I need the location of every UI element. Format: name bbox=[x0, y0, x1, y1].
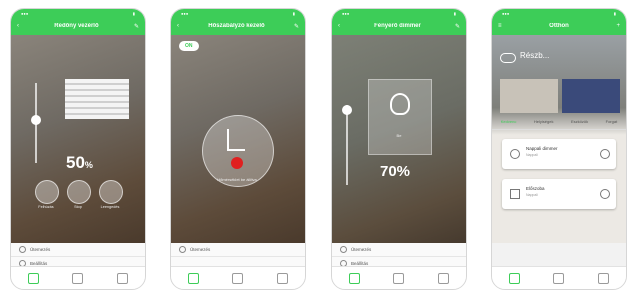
power-icon[interactable] bbox=[600, 189, 610, 199]
position-slider-thumb[interactable] bbox=[31, 115, 41, 125]
bulb-icon bbox=[390, 93, 410, 115]
shutter-illustration bbox=[65, 79, 129, 119]
room-photo bbox=[562, 79, 620, 113]
page-title: Redőny vezérlő bbox=[54, 23, 99, 29]
device-card[interactable]: Nappali dimmer Nappali bbox=[502, 139, 616, 169]
card-subtitle: Nappali bbox=[526, 153, 538, 157]
bottom-nav bbox=[11, 266, 145, 289]
room-background: 50% Felhúzás Stop Leengedés bbox=[11, 35, 145, 243]
stop-label: Stop bbox=[74, 205, 82, 209]
phone-thermostat: ●●● ▮ ‹ Hőszabályzó kezelő ✎ ON Hőmérsékl… bbox=[170, 8, 306, 290]
phone-shutter: ●●● ▮ ‹ Redőny vezérlő ✎ 50% Felhúzás Sto… bbox=[10, 8, 146, 290]
brightness-slider-track[interactable] bbox=[346, 105, 348, 185]
header-bar: ‹ Hőszabályzó kezelő ✎ bbox=[171, 17, 305, 35]
close-button[interactable] bbox=[99, 180, 123, 204]
stop-button[interactable] bbox=[67, 180, 91, 204]
tab-devices[interactable]: Eszközök bbox=[571, 119, 588, 129]
status-bar: ●●● ▮ bbox=[11, 9, 145, 17]
tab-scenes[interactable]: Forgat bbox=[606, 119, 618, 129]
bottom-nav bbox=[492, 266, 626, 289]
dial-label: Hőmérséklet be állítva bbox=[217, 177, 257, 182]
device-card[interactable]: Előszoba Nappali bbox=[502, 179, 616, 209]
status-bar: ●●● ▮ bbox=[492, 9, 626, 17]
rooms-icon[interactable] bbox=[232, 272, 244, 284]
tabs: Kedvenc Helyiségek Eszközök Forgat bbox=[492, 119, 626, 130]
page-title: Fényerő dimmer bbox=[374, 23, 421, 29]
tile-label: Be bbox=[396, 133, 402, 138]
add-icon[interactable]: + bbox=[616, 23, 620, 29]
header-bar: ‹ Fényerő dimmer ✎ bbox=[332, 17, 466, 35]
status-bar: ●●● ▮ bbox=[332, 9, 466, 17]
tab-rooms[interactable]: Helyiségek bbox=[534, 119, 554, 129]
thermometer-icon bbox=[227, 129, 245, 151]
close-label: Leengedés bbox=[100, 205, 120, 209]
home-icon[interactable] bbox=[27, 272, 39, 284]
position-value: 50% bbox=[66, 153, 93, 172]
card-title: Nappali dimmer bbox=[526, 146, 558, 151]
card-subtitle: Nappali bbox=[526, 193, 538, 197]
notifications-icon[interactable] bbox=[117, 272, 129, 284]
rooms-icon[interactable] bbox=[553, 272, 565, 284]
bottom-nav bbox=[332, 266, 466, 289]
home-icon[interactable] bbox=[508, 272, 520, 284]
mic-button[interactable] bbox=[231, 157, 243, 169]
open-label: Felhúzás bbox=[38, 205, 54, 209]
rooms-icon[interactable] bbox=[72, 272, 84, 284]
clock-icon bbox=[340, 246, 347, 253]
room-background: Be 70% bbox=[332, 35, 466, 243]
status-chip: ON bbox=[179, 41, 199, 51]
notifications-icon[interactable] bbox=[277, 272, 289, 284]
brightness-value: 70% bbox=[380, 163, 411, 180]
edit-icon[interactable]: ✎ bbox=[294, 23, 299, 30]
list-item[interactable]: Ütemezés bbox=[332, 243, 466, 257]
status-bar: ●●● ▮ bbox=[171, 9, 305, 17]
clock-icon bbox=[19, 246, 26, 253]
edit-icon[interactable]: ✎ bbox=[455, 23, 460, 30]
notifications-icon[interactable] bbox=[438, 272, 450, 284]
phone-home: ●●● ▮ ≡ Otthon + Részb... Kedvenc Helyisé… bbox=[491, 8, 627, 290]
notifications-icon[interactable] bbox=[598, 272, 610, 284]
power-icon[interactable] bbox=[600, 149, 610, 159]
light-tile[interactable] bbox=[368, 79, 432, 155]
brightness-slider-thumb[interactable] bbox=[342, 105, 352, 115]
tab-favorites[interactable]: Kedvenc bbox=[501, 119, 517, 129]
home-icon[interactable] bbox=[187, 272, 199, 284]
clock-icon bbox=[179, 246, 186, 253]
shutter-icon bbox=[510, 189, 520, 199]
edit-icon[interactable]: ✎ bbox=[134, 23, 139, 30]
cloud-icon bbox=[500, 53, 516, 63]
bottom-nav bbox=[171, 266, 305, 289]
list-item[interactable]: Ütemezés bbox=[11, 243, 145, 257]
room-photo bbox=[500, 79, 558, 113]
dimmer-icon bbox=[510, 149, 520, 159]
room-background: ON Hőmérséklet be állítva bbox=[171, 35, 305, 243]
page-title: Hőszabályzó kezelő bbox=[208, 23, 265, 29]
header-bar: ‹ Redőny vezérlő ✎ bbox=[11, 17, 145, 35]
phone-dimmer: ●●● ▮ ‹ Fényerő dimmer ✎ Be 70% Ütemezés … bbox=[331, 8, 467, 290]
list-item[interactable]: Ütemezés bbox=[171, 243, 305, 257]
home-icon[interactable] bbox=[348, 272, 360, 284]
rooms-icon[interactable] bbox=[393, 272, 405, 284]
header-bar: ≡ Otthon + bbox=[492, 17, 626, 35]
card-title: Előszoba bbox=[526, 186, 545, 191]
weather-label: Részb... bbox=[520, 51, 550, 60]
page-title: Otthon bbox=[549, 23, 569, 29]
open-button[interactable] bbox=[35, 180, 59, 204]
home-background: Részb... Kedvenc Helyiségek Eszközök For… bbox=[492, 35, 626, 243]
